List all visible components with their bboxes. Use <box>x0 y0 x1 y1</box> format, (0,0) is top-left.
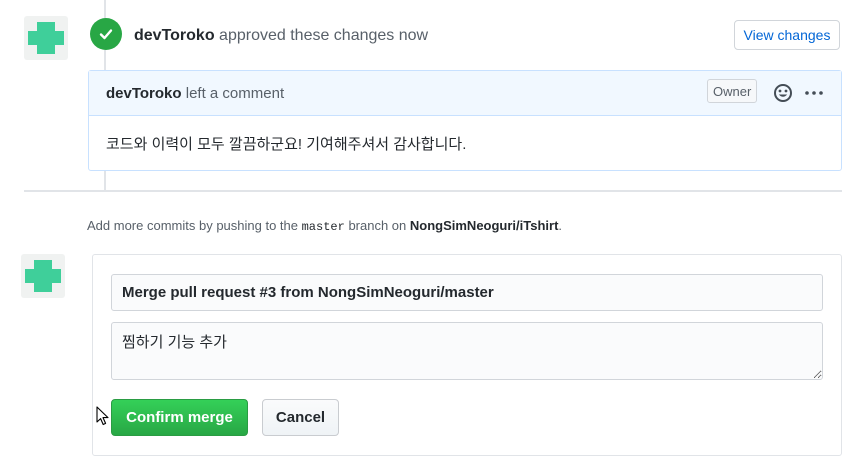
identicon-icon <box>25 260 61 292</box>
comment-header: devToroko left a comment Owner <box>89 71 841 116</box>
repo-link[interactable]: NongSimNeoguri/iTshirt <box>410 218 559 233</box>
comment-action-text: left a comment <box>181 85 285 102</box>
mouse-pointer-icon <box>96 406 109 426</box>
kebab-horizontal-icon[interactable] <box>803 82 825 104</box>
smiley-icon[interactable] <box>772 82 794 104</box>
hint-middle: branch on <box>344 218 410 233</box>
merge-avatar[interactable] <box>21 254 65 298</box>
review-action-text: approved these changes now <box>214 27 429 44</box>
comment-author-link[interactable]: devToroko <box>106 85 182 102</box>
review-summary: devToroko approved these changes now <box>134 27 428 45</box>
comment-body: 코드와 이력이 모두 깔끔하군요! 기여해주셔서 감사합니다. <box>106 136 467 153</box>
avatar[interactable] <box>24 16 68 60</box>
owner-badge: Owner <box>707 79 758 103</box>
identicon-icon <box>28 22 64 54</box>
comment-author-line: devToroko left a comment <box>106 85 284 102</box>
check-icon <box>99 29 113 40</box>
branch-name: master <box>301 220 345 234</box>
review-author-link[interactable]: devToroko <box>134 27 215 44</box>
approved-check-badge <box>90 18 122 50</box>
review-comment: devToroko left a comment Owner 코드와 이력이 모… <box>88 70 842 171</box>
commit-message-textarea[interactable]: 찜하기 기능 추가 <box>111 322 823 380</box>
commit-title-input[interactable] <box>111 274 823 311</box>
view-changes-button[interactable]: View changes <box>734 20 840 50</box>
hint-suffix: . <box>558 218 563 233</box>
merge-hint: Add more commits by pushing to the maste… <box>87 218 562 234</box>
hint-prefix: Add more commits by pushing to the <box>87 218 302 233</box>
confirm-merge-button[interactable]: Confirm merge <box>111 399 248 436</box>
timeline-divider <box>24 190 842 192</box>
cancel-button[interactable]: Cancel <box>262 399 339 436</box>
